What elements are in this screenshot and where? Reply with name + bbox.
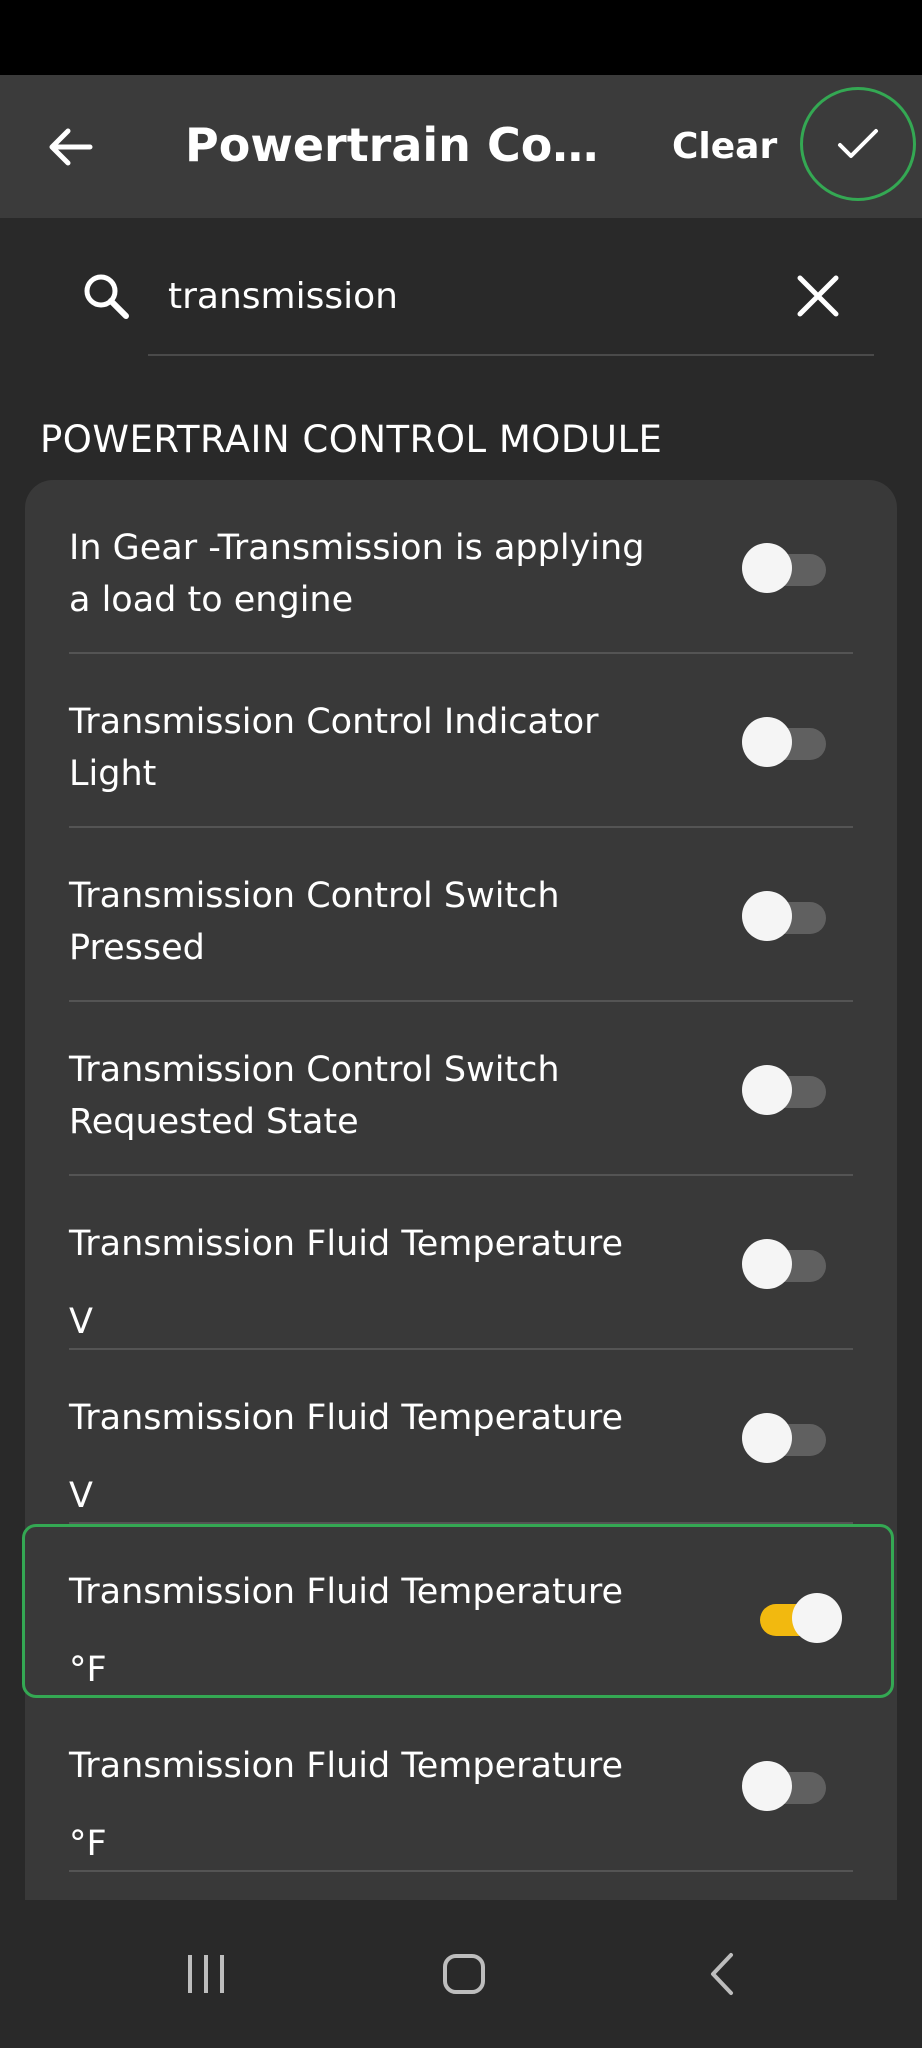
home-button[interactable] xyxy=(424,1944,504,2004)
status-bar xyxy=(0,0,922,75)
toggle-switch[interactable] xyxy=(742,1238,826,1290)
list-item-title: Transmission Fluid Temperature xyxy=(69,1224,624,1264)
list-item-title: Transmission Control Switch xyxy=(69,876,560,916)
list-item-label: Transmission Fluid Temperature V xyxy=(69,1218,689,1348)
toggle-thumb xyxy=(792,1593,842,1643)
search-bar xyxy=(0,218,922,358)
chevron-left-icon xyxy=(711,1953,733,1995)
list-item[interactable]: Transmission Fluid Temperature V xyxy=(25,1350,897,1524)
list-item-title: Transmission Fluid Temperature xyxy=(69,1398,624,1438)
clear-button[interactable]: Clear xyxy=(672,119,777,175)
clear-search-button[interactable] xyxy=(790,268,846,324)
toggle-thumb xyxy=(742,1413,792,1463)
search-underline xyxy=(148,354,874,356)
page-title: Powertrain Contr... xyxy=(185,118,615,172)
list-item[interactable]: Transmission Fluid Temperature V xyxy=(25,1176,897,1350)
list-item-subtitle: Light xyxy=(69,754,157,794)
toggle-switch[interactable] xyxy=(742,1064,826,1116)
list-item-subtitle: Pressed xyxy=(69,928,205,968)
system-nav-bar xyxy=(0,1900,922,2048)
list-item-label: Transmission Fluid Temperature °F xyxy=(69,1740,689,1870)
list-item-subtitle: V xyxy=(69,1302,93,1342)
list-item[interactable]: Transmission Fluid Temperature °F xyxy=(22,1524,894,1698)
close-icon xyxy=(797,275,839,317)
recent-apps-button[interactable] xyxy=(166,1944,246,2004)
section-header: POWERTRAIN CONTROL MODULE xyxy=(40,418,663,461)
signal-list-card: In Gear -Transmission is applying a load … xyxy=(22,480,897,1900)
system-back-button[interactable] xyxy=(682,1944,762,2004)
list-item-title: Transmission Fluid Temperature xyxy=(69,1746,624,1786)
arrow-left-icon xyxy=(49,128,93,166)
list-item-label: In Gear -Transmission is applying a load … xyxy=(69,522,689,626)
list-item[interactable]: Transmission Fluid Temperature °F xyxy=(25,1698,897,1872)
check-icon xyxy=(838,129,878,158)
recent-apps-icon xyxy=(188,1955,224,1993)
list-item-label: Transmission Fluid Temperature °F xyxy=(69,1566,689,1696)
toggle-thumb xyxy=(742,1239,792,1289)
back-button[interactable] xyxy=(34,111,106,183)
list-item-title: In Gear -Transmission is applying xyxy=(69,528,645,568)
toggle-switch[interactable] xyxy=(760,1592,844,1644)
list-item[interactable]: Transmission Control Indicator Light xyxy=(25,654,897,828)
list-item-subtitle: Requested State xyxy=(69,1102,359,1142)
list-item-subtitle: °F xyxy=(69,1824,107,1864)
confirm-button[interactable] xyxy=(800,87,916,201)
toggle-thumb xyxy=(742,717,792,767)
toggle-thumb xyxy=(742,543,792,593)
list-item-label: Transmission Fluid Temperature V xyxy=(69,1392,689,1522)
toggle-switch[interactable] xyxy=(742,542,826,594)
list-item-title: Transmission Control Switch xyxy=(69,1050,560,1090)
toggle-thumb xyxy=(742,891,792,941)
list-item[interactable]: In Gear -Transmission is applying a load … xyxy=(25,480,897,654)
list-item-label: Transmission Control Indicator Light xyxy=(69,696,689,800)
list-divider xyxy=(69,1870,853,1872)
list-item-label: Transmission Control Switch Requested Sta… xyxy=(69,1044,689,1148)
toggle-switch[interactable] xyxy=(742,716,826,768)
toggle-switch[interactable] xyxy=(742,1760,826,1812)
list-item-subtitle: °F xyxy=(69,1650,107,1690)
list-item-title: Transmission Control Indicator xyxy=(69,702,599,742)
list-item[interactable]: Transmission Control Switch Requested Sta… xyxy=(25,1002,897,1176)
list-item[interactable]: Transmission Control Switch Pressed xyxy=(25,828,897,1002)
app-bar: Powertrain Contr... Clear xyxy=(0,75,922,218)
list-item-subtitle: V xyxy=(69,1476,93,1516)
toggle-thumb xyxy=(742,1065,792,1115)
list-item-subtitle: a load to engine xyxy=(69,580,354,620)
list-item-title: Transmission Fluid Temperature xyxy=(69,1572,624,1612)
toggle-switch[interactable] xyxy=(742,890,826,942)
search-input[interactable] xyxy=(168,268,768,324)
search-icon xyxy=(84,274,129,319)
list-item-label: Transmission Control Switch Pressed xyxy=(69,870,689,974)
home-icon xyxy=(443,1954,485,1994)
toggle-switch[interactable] xyxy=(742,1412,826,1464)
toggle-thumb xyxy=(742,1761,792,1811)
